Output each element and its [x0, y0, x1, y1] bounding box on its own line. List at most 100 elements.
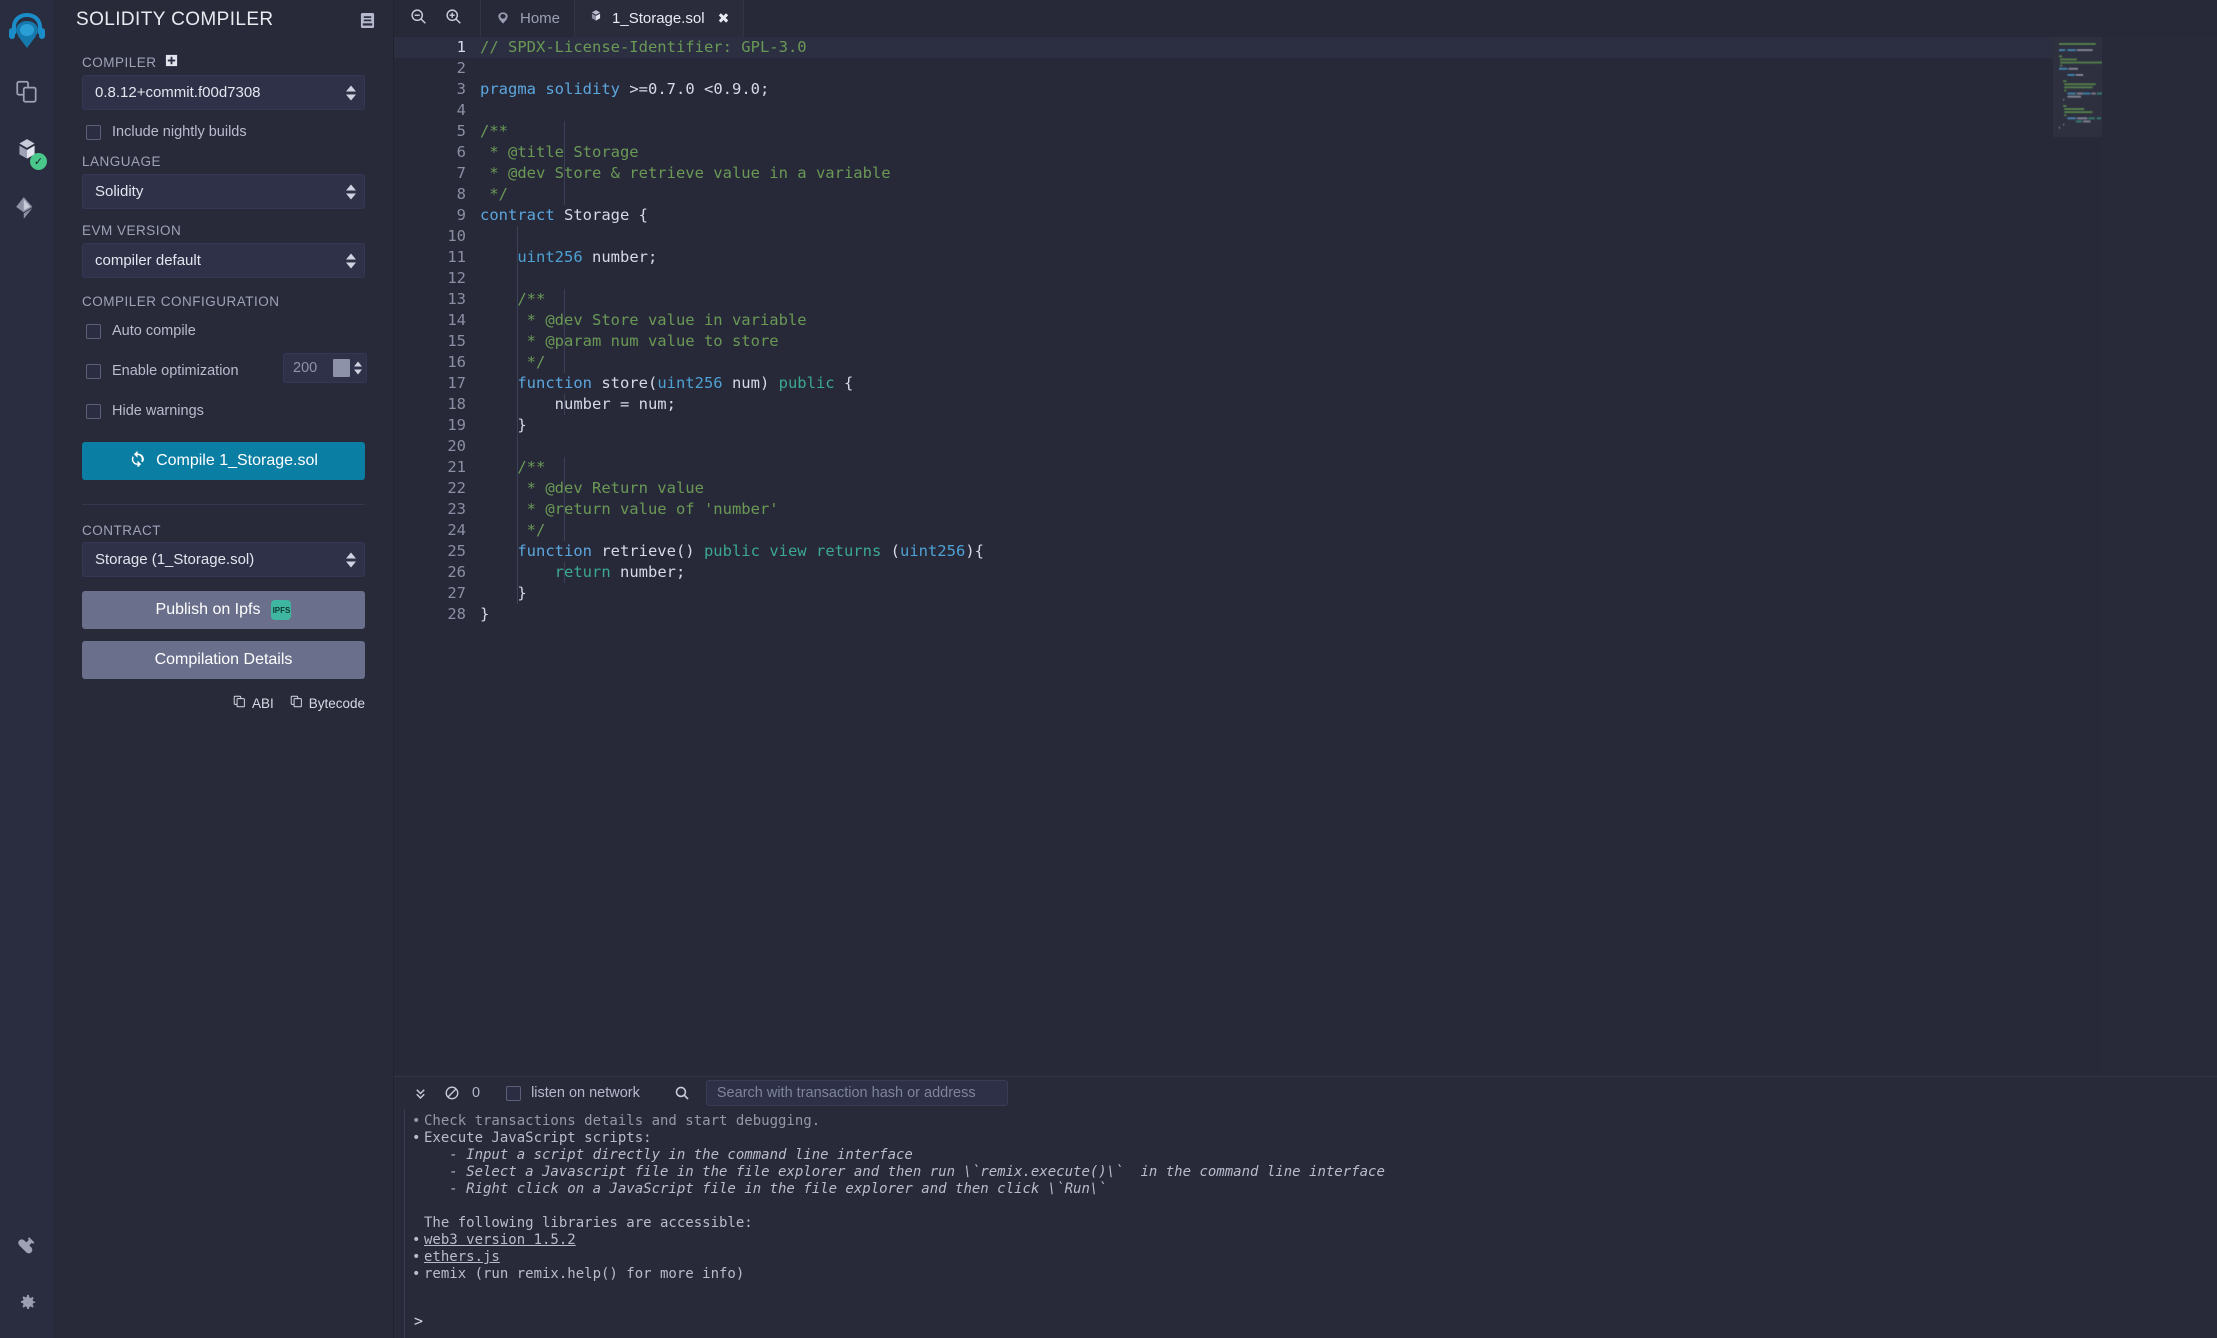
- tab-home[interactable]: Home: [481, 0, 575, 37]
- sidebar-item-solidity-compiler[interactable]: ✓: [5, 128, 49, 172]
- code-line[interactable]: }: [480, 583, 2053, 604]
- terminal-log: Check transactions details and start deb…: [394, 1109, 2217, 1338]
- code-editor[interactable]: 1234567891011121314151617181920212223242…: [394, 37, 2217, 1076]
- code-line[interactable]: * @title Storage: [480, 142, 2053, 163]
- code-line[interactable]: * @dev Store value in variable: [480, 310, 2053, 331]
- terminal-link[interactable]: web3 version 1.5.2: [424, 1232, 576, 1248]
- settings-gear-icon[interactable]: [5, 1280, 49, 1324]
- code-area[interactable]: 1234567891011121314151617181920212223242…: [394, 37, 2053, 1076]
- auto-compile-checkbox[interactable]: [86, 324, 101, 339]
- code-line[interactable]: */: [480, 184, 2053, 205]
- line-number: 15: [394, 331, 466, 352]
- sidebar-item-deploy-run[interactable]: [5, 186, 49, 230]
- code-line[interactable]: [480, 58, 2053, 79]
- terminal-prompt[interactable]: >: [414, 1313, 423, 1330]
- indent-guide: [564, 121, 565, 205]
- terminal-log-line: Check transactions details and start deb…: [394, 1113, 2217, 1130]
- icon-rail: ✓: [0, 0, 54, 1338]
- zoom-in-icon[interactable]: [445, 8, 462, 30]
- code-line[interactable]: // SPDX-License-Identifier: GPL-3.0: [480, 37, 2053, 58]
- code-line[interactable]: [480, 100, 2053, 121]
- terminal-link[interactable]: ethers.js: [424, 1249, 500, 1265]
- enable-optimization-row[interactable]: Enable optimization 200: [86, 360, 365, 382]
- line-number: 9: [394, 205, 466, 226]
- code-line[interactable]: number = num;: [480, 394, 2053, 415]
- code-line[interactable]: /**: [480, 121, 2053, 142]
- tab-close-icon[interactable]: ✖: [718, 10, 730, 27]
- transaction-search-input[interactable]: Search with transaction hash or address: [706, 1080, 1008, 1106]
- line-number: 24: [394, 520, 466, 541]
- listen-on-network-row[interactable]: listen on network: [506, 1085, 640, 1101]
- language-select[interactable]: Solidity: [82, 174, 365, 209]
- clear-console-icon[interactable]: [436, 1080, 468, 1106]
- zoom-out-icon[interactable]: [410, 8, 427, 30]
- copy-abi-button[interactable]: ABI: [233, 695, 274, 711]
- code-line[interactable]: [480, 226, 2053, 247]
- editor-viewport: 1234567891011121314151617181920212223242…: [394, 37, 2053, 1076]
- code-line[interactable]: [480, 268, 2053, 289]
- copy-bytecode-button[interactable]: Bytecode: [290, 695, 365, 711]
- code-line[interactable]: [480, 436, 2053, 457]
- code-line[interactable]: return number;: [480, 562, 2053, 583]
- indent-guide: [564, 562, 565, 583]
- code-line[interactable]: * @dev Store & retrieve value in a varia…: [480, 163, 2053, 184]
- code-line[interactable]: /**: [480, 457, 2053, 478]
- code-line[interactable]: * @dev Return value: [480, 478, 2053, 499]
- auto-compile-row[interactable]: Auto compile: [86, 320, 365, 342]
- code-line[interactable]: contract Storage {: [480, 205, 2053, 226]
- optimization-runs-stepper[interactable]: 200: [283, 353, 367, 383]
- publish-on-ipfs-button[interactable]: Publish on Ipfs IPFS: [82, 591, 365, 629]
- code-minimap[interactable]: [2053, 37, 2102, 1076]
- terminal-log-line: - Right click on a JavaScript file in th…: [394, 1181, 2217, 1198]
- tab-1-storage-sol[interactable]: 1_Storage.sol ✖: [575, 0, 744, 37]
- remix-logo-icon[interactable]: [5, 8, 49, 56]
- terminal-log-line[interactable]: web3 version 1.5.2: [394, 1232, 2217, 1249]
- panel-divider: [82, 504, 365, 505]
- plus-square-icon[interactable]: [165, 54, 178, 70]
- copy-bytecode-label: Bytecode: [309, 696, 365, 711]
- article-icon[interactable]: [360, 12, 375, 29]
- line-number-gutter: 1234567891011121314151617181920212223242…: [394, 37, 466, 625]
- code-line[interactable]: }: [480, 604, 2053, 625]
- hide-warnings-row[interactable]: Hide warnings: [86, 400, 365, 422]
- listen-on-network-checkbox[interactable]: [506, 1086, 521, 1101]
- code-line[interactable]: */: [480, 520, 2053, 541]
- code-lines[interactable]: // SPDX-License-Identifier: GPL-3.0 prag…: [480, 37, 2053, 625]
- code-line[interactable]: * @param num value to store: [480, 331, 2053, 352]
- contract-select[interactable]: Storage (1_Storage.sol): [82, 542, 365, 577]
- code-line[interactable]: /**: [480, 289, 2053, 310]
- tab-1-storage-sol-label: 1_Storage.sol: [612, 10, 705, 27]
- code-line[interactable]: pragma solidity >=0.7.0 <0.9.0;: [480, 79, 2053, 100]
- plugin-manager-icon[interactable]: [5, 1224, 49, 1268]
- code-line[interactable]: }: [480, 415, 2053, 436]
- include-nightly-builds-row[interactable]: Include nightly builds: [86, 124, 365, 140]
- tab-zoom-controls: [394, 0, 481, 37]
- stepper-arrows-icon[interactable]: [354, 362, 362, 375]
- sidebar-item-file-explorer[interactable]: [5, 70, 49, 114]
- evm-version-select[interactable]: compiler default: [82, 243, 365, 278]
- code-line[interactable]: function retrieve() public view returns …: [480, 541, 2053, 562]
- code-line[interactable]: * @return value of 'number': [480, 499, 2053, 520]
- compilation-details-button[interactable]: Compilation Details: [82, 641, 365, 679]
- compile-button-label: Compile 1_Storage.sol: [156, 452, 318, 470]
- terminal-log-line[interactable]: ethers.js: [394, 1249, 2217, 1266]
- code-line[interactable]: uint256 number;: [480, 247, 2053, 268]
- line-number: 16: [394, 352, 466, 373]
- search-icon[interactable]: [674, 1085, 690, 1101]
- solidity-file-icon: [589, 9, 603, 28]
- hide-warnings-checkbox[interactable]: [86, 404, 101, 419]
- compiler-version-select[interactable]: 0.8.12+commit.f00d7308: [82, 75, 365, 110]
- line-number: 11: [394, 247, 466, 268]
- line-number: 7: [394, 163, 466, 184]
- code-line[interactable]: function store(uint256 num) public {: [480, 373, 2053, 394]
- enable-optimization-checkbox[interactable]: [86, 364, 101, 379]
- pending-transactions-count: 0: [472, 1085, 480, 1101]
- line-number: 3: [394, 79, 466, 100]
- compilation-details-label: Compilation Details: [155, 651, 293, 669]
- line-number: 25: [394, 541, 466, 562]
- terminal-log-line: Execute JavaScript scripts:: [394, 1130, 2217, 1147]
- include-nightly-builds-checkbox[interactable]: [86, 125, 101, 140]
- compile-button[interactable]: Compile 1_Storage.sol: [82, 442, 365, 480]
- code-line[interactable]: */: [480, 352, 2053, 373]
- double-chevron-down-icon[interactable]: [404, 1080, 436, 1106]
